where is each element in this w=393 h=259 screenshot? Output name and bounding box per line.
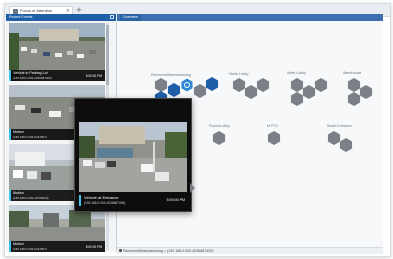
popup-time: 5:00:00 PM (166, 198, 185, 202)
event-preview-popup[interactable]: Vehicle at Entrance (192.168.0.003-40366… (74, 98, 192, 212)
overview-tab[interactable]: Overview (120, 14, 141, 21)
camera-hex[interactable] (267, 131, 281, 145)
event-title: Motion (13, 191, 24, 195)
accent-bar (79, 195, 81, 206)
camera-hex[interactable] (347, 92, 361, 106)
camera-image (79, 122, 187, 192)
event-subtitle: (186.168.0.004-6234567) (13, 247, 47, 251)
scrollbar-thumb[interactable] (106, 25, 109, 85)
camera-hex[interactable] (154, 78, 168, 92)
add-tab-button[interactable]: + (76, 6, 82, 14)
camera-hex[interactable] (232, 78, 246, 92)
camera-hex[interactable] (327, 131, 341, 145)
event-thumbnail-4[interactable]: Motion (186.168.0.004-6234567) 5:00:00 P… (9, 205, 105, 252)
accent-bar (9, 190, 11, 201)
popup-pointer (190, 183, 195, 193)
event-subtitle: (186.168.0.004-6234567) (13, 135, 47, 139)
camera-hex[interactable] (193, 84, 207, 98)
camera-hex[interactable] (205, 77, 219, 91)
accent-bar (9, 241, 11, 252)
event-subtitle: (186.168.0.003-4036687400) (13, 76, 52, 80)
location-icon (119, 249, 122, 252)
camera-hex[interactable] (314, 78, 328, 92)
camera-hex[interactable] (290, 78, 304, 92)
camera-hex[interactable] (244, 85, 258, 99)
recent-events-header: Recent Events (6, 14, 116, 21)
status-bar: Richmond/Manufacturing > (192.168.0.003-… (117, 247, 383, 254)
camera-hex[interactable] (359, 85, 373, 99)
tab-label: Focus of Attention (20, 8, 53, 13)
camera-hex[interactable] (347, 78, 361, 92)
popup-caption: Vehicle at Entrance (192.168.0.003-40366… (79, 194, 187, 208)
event-title: Motion (13, 242, 24, 246)
event-caption: Motion (186.168.0.004-6234567) 5:00:00 P… (9, 241, 105, 252)
event-title: Vehicle in Parking Lot (13, 71, 48, 75)
camera-hex[interactable] (256, 78, 270, 92)
camera-hex[interactable] (290, 92, 304, 106)
status-path: Richmond/Manufacturing > (192.168.0.003-… (123, 249, 214, 253)
camera-hex-selected[interactable] (180, 77, 194, 93)
event-time: 5:00:00 PM (85, 245, 102, 249)
camera-hex[interactable] (167, 83, 181, 97)
event-caption: Vehicle in Parking Lot (186.168.0.003-40… (9, 70, 105, 81)
event-thumbnail-1[interactable]: Vehicle in Parking Lot (186.168.0.003-40… (9, 23, 105, 81)
event-time: 5:00:00 PM (85, 74, 102, 78)
popup-title: Vehicle at Entrance (84, 195, 119, 200)
event-title: Motion (13, 130, 24, 134)
popup-subtitle: (192.168.0.003-4036687400) (84, 201, 126, 205)
recent-events-title: Recent Events (9, 15, 33, 19)
accent-bar (9, 70, 11, 81)
event-subtitle: (186.168.0.003-46789320) (13, 196, 49, 200)
camera-hex[interactable] (302, 85, 316, 99)
accent-bar (9, 129, 11, 140)
preview-image (79, 122, 187, 192)
camera-hex[interactable] (212, 131, 226, 145)
expand-icon[interactable] (110, 15, 114, 19)
overview-header: Overview (117, 14, 383, 21)
camera-hex[interactable] (339, 138, 353, 152)
